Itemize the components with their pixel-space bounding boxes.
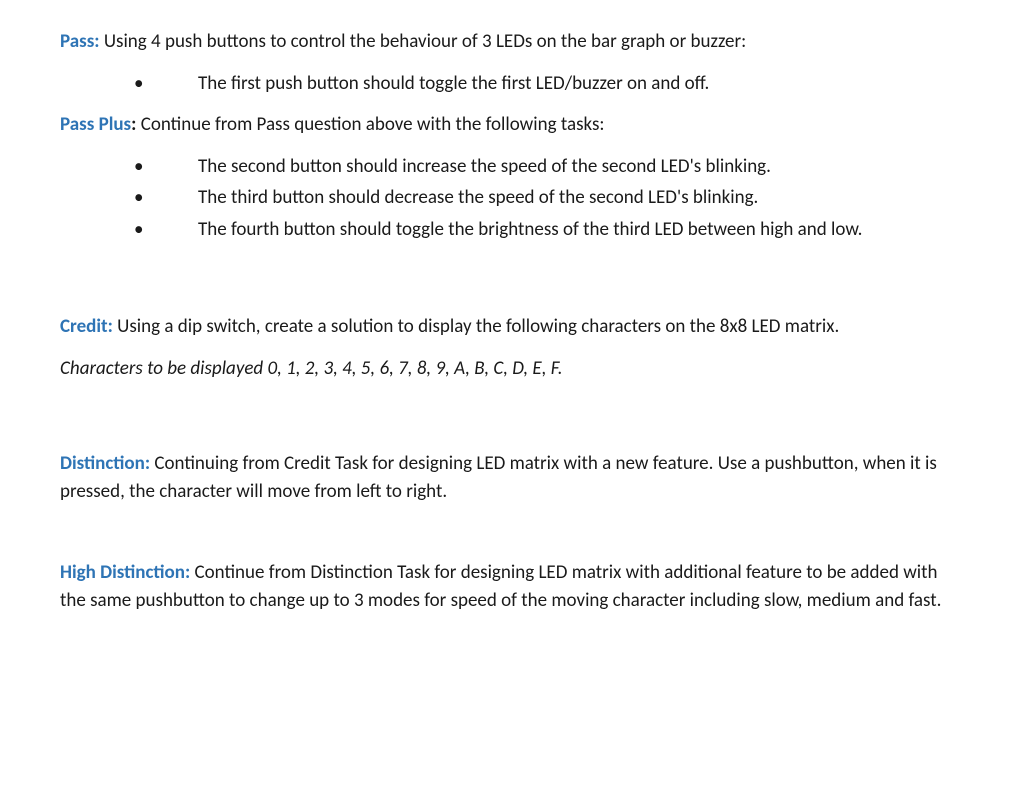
passplus-label: Pass Plus <box>60 113 131 136</box>
pass-bullets: The first push button should toggle the … <box>60 70 962 98</box>
credit-text: Using a dip switch, create a solution to… <box>113 315 839 338</box>
passplus-bullets: The second button should increase the sp… <box>60 153 962 244</box>
high-distinction-section: High Distinction: Continue from Distinct… <box>60 559 962 614</box>
passplus-colon: : <box>131 113 141 136</box>
pass-label: Pass: <box>60 30 100 53</box>
credit-label: Credit: <box>60 315 113 338</box>
spacer <box>60 341 962 355</box>
distinction-label: Distinction: <box>60 452 150 475</box>
high-distinction-label: High Distinction: <box>60 561 190 584</box>
pass-text: Using 4 push buttons to control the beha… <box>100 30 747 53</box>
spacer <box>60 257 962 313</box>
distinction-section: Distinction: Continuing from Credit Task… <box>60 450 962 505</box>
credit-italic: Characters to be displayed 0, 1, 2, 3, 4… <box>60 355 962 383</box>
credit-section: Credit: Using a dip switch, create a sol… <box>60 313 962 382</box>
high-distinction-text: Continue from Distinction Task for desig… <box>60 561 941 612</box>
spacer <box>60 517 962 559</box>
passplus-text: Continue from Pass question above with t… <box>141 113 605 136</box>
pass-section: Pass: Using 4 push buttons to control th… <box>60 28 962 97</box>
distinction-text: Continuing from Credit Task for designin… <box>60 452 937 503</box>
list-item: The fourth button should toggle the brig… <box>60 216 962 244</box>
spacer <box>60 394 962 450</box>
list-item: The second button should increase the sp… <box>60 153 962 181</box>
list-item: The third button should decrease the spe… <box>60 184 962 212</box>
list-item: The first push button should toggle the … <box>60 70 962 98</box>
passplus-section: Pass Plus: Continue from Pass question a… <box>60 111 962 243</box>
